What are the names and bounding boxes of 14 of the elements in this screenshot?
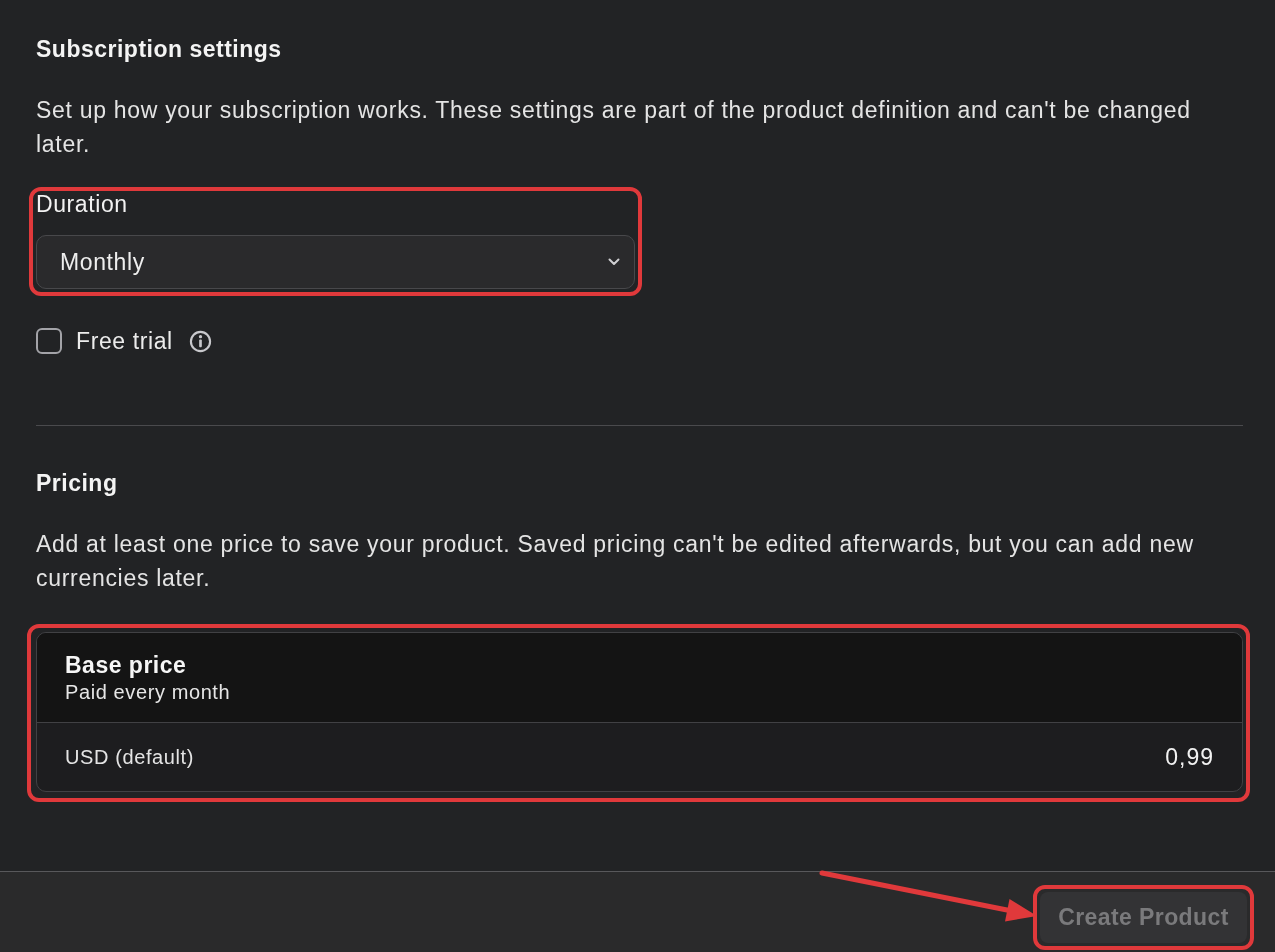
dropdown-field[interactable]: Monthly [36,235,635,289]
checkbox[interactable] [36,328,62,354]
currency-label: USD (default) [65,745,194,770]
card-title: Base price [65,652,188,678]
price-input[interactable]: 0,99 [994,739,1214,775]
checkbox-label: Free trial [76,328,173,354]
card-subtitle: Paid every month [65,680,232,704]
info-icon [188,329,212,353]
section-description: Add at least one price to save your product. Saved pricing can't be edited afterwards, but you can add new currencies later. [36,530,1195,593]
section-title: Pricing [36,470,119,496]
caret-icon [608,258,620,266]
section-description: Set up how your subscription works. These settings are part of the product definition and can't be changed later. [36,96,1192,159]
section-title: Subscription settings [36,36,283,62]
field-label: Duration [36,191,128,217]
